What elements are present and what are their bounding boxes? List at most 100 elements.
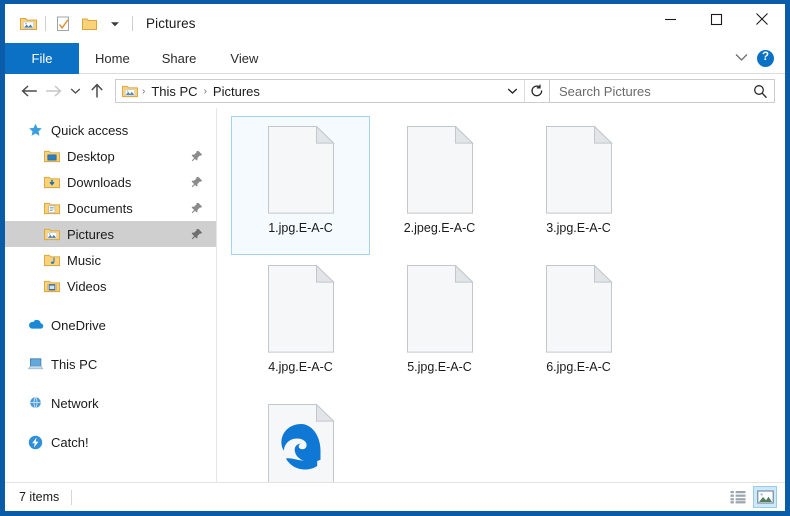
blank-document-icon (264, 123, 338, 217)
refresh-icon[interactable] (525, 80, 549, 102)
desktop-folder-icon (43, 148, 60, 165)
videos-folder-icon (43, 278, 60, 295)
forward-button[interactable] (41, 79, 65, 103)
search-input[interactable] (559, 83, 753, 99)
properties-icon[interactable] (50, 12, 76, 36)
help-button[interactable]: ? (757, 49, 774, 67)
sidebar-item-desktop[interactable]: Desktop (5, 143, 216, 169)
tab-view[interactable]: View (212, 43, 276, 74)
sidebar-item-catch[interactable]: Catch! (5, 429, 216, 455)
documents-folder-icon (43, 200, 60, 217)
qat-divider-1 (45, 16, 46, 31)
tab-home[interactable]: Home (79, 43, 146, 74)
close-button[interactable] (739, 4, 785, 34)
breadcrumb-separator: › (203, 85, 207, 97)
sidebar-item-label: Pictures (67, 226, 114, 242)
address-dropdown-chevron-icon[interactable] (500, 80, 524, 102)
file-item[interactable]: 3.jpg.E-A-C (509, 116, 648, 255)
sidebar-item-videos[interactable]: Videos (5, 273, 216, 299)
quick-access-toolbar (5, 12, 137, 36)
sidebar-item-label: This PC (51, 356, 98, 372)
details-view-button[interactable] (726, 486, 750, 508)
blank-document-icon (403, 123, 477, 217)
sidebar-item-label: Quick access (51, 122, 129, 138)
up-button[interactable] (85, 79, 109, 103)
explorer-body: pcrisk.com Quick access (5, 108, 785, 482)
maximize-button[interactable] (693, 4, 739, 34)
sidebar-item-label: Catch! (51, 434, 89, 450)
star-icon (27, 122, 44, 139)
sidebar-item-documents[interactable]: Documents (5, 195, 216, 221)
file-name-label: 3.jpg.E-A-C (546, 221, 611, 235)
pin-icon[interactable] (190, 176, 203, 189)
sidebar-item-network[interactable]: Network (5, 390, 216, 416)
file-item[interactable]: 2.jpeg.E-A-C (370, 116, 509, 255)
view-mode-buttons (726, 486, 777, 508)
file-name-label: 4.jpg.E-A-C (268, 360, 333, 374)
file-item[interactable]: 4.jpg.E-A-C (231, 255, 370, 394)
back-button[interactable] (17, 79, 41, 103)
tab-share[interactable]: Share (146, 43, 213, 74)
file-item[interactable]: 5.jpg.E-A-C (370, 255, 509, 394)
pin-icon[interactable] (190, 228, 203, 241)
blank-document-icon (403, 262, 477, 356)
breadcrumb[interactable]: › This PC › Pictures (116, 84, 500, 99)
ribbon-tab-strip: File Home Share View ? (5, 43, 785, 74)
sidebar-item-this-pc[interactable]: This PC (5, 351, 216, 377)
search-box[interactable] (550, 79, 775, 103)
item-count-label: 7 items (19, 490, 60, 504)
edge-html-document-icon (264, 401, 338, 482)
file-item[interactable]: Decryption INFO.html (231, 394, 370, 482)
onedrive-cloud-icon (27, 317, 44, 334)
file-item[interactable]: 1.jpg.E-A-C (231, 116, 370, 255)
blank-document-icon (542, 262, 616, 356)
file-name-label: 6.jpg.E-A-C (546, 360, 611, 374)
pin-icon[interactable] (190, 150, 203, 163)
sidebar-item-music[interactable]: Music (5, 247, 216, 273)
address-bar-row: › This PC › Pictures (5, 74, 785, 108)
downloads-folder-icon (43, 174, 60, 191)
this-pc-icon (27, 356, 44, 373)
title-bar: Pictures (5, 4, 785, 43)
breadcrumb-separator: › (142, 85, 146, 97)
sidebar-item-label: Downloads (67, 174, 132, 190)
file-name-label: 1.jpg.E-A-C (268, 221, 333, 235)
breadcrumb-this-pc[interactable]: This PC (147, 84, 201, 99)
sidebar-item-label: OneDrive (51, 317, 106, 333)
file-name-label: 5.jpg.E-A-C (407, 360, 472, 374)
expand-ribbon-chevron-icon[interactable] (735, 49, 748, 67)
pin-icon[interactable] (190, 202, 203, 215)
caption-buttons (647, 4, 785, 43)
pictures-folder-icon[interactable] (15, 12, 41, 36)
pictures-folder-icon (122, 84, 138, 98)
navigation-pane: Quick access Desktop Downloads Documents… (5, 108, 217, 482)
network-icon (27, 395, 44, 412)
file-grid: 1.jpg.E-A-C 2.jpeg.E-A-C 3.jpg.E-A-C 4.j… (231, 116, 785, 482)
minimize-button[interactable] (647, 4, 693, 34)
explorer-window: Pictures File Home Share View ? › This P… (0, 0, 790, 516)
breadcrumb-pictures[interactable]: Pictures (209, 84, 264, 99)
ribbon-controls: ? (735, 43, 785, 73)
new-folder-icon[interactable] (76, 12, 102, 36)
customize-chevron-icon[interactable] (102, 12, 128, 36)
sidebar-item-pictures[interactable]: Pictures (5, 221, 216, 247)
tab-file[interactable]: File (5, 43, 79, 74)
recent-locations-chevron-icon[interactable] (65, 79, 85, 103)
sidebar-item-onedrive[interactable]: OneDrive (5, 312, 216, 338)
sidebar-item-label: Music (67, 252, 101, 268)
sidebar-item-label: Videos (67, 278, 107, 294)
file-list-view[interactable]: 1.jpg.E-A-C 2.jpeg.E-A-C 3.jpg.E-A-C 4.j… (217, 108, 785, 482)
sidebar-item-downloads[interactable]: Downloads (5, 169, 216, 195)
sidebar-item-quick-access[interactable]: Quick access (5, 117, 216, 143)
address-box[interactable]: › This PC › Pictures (115, 79, 550, 103)
large-icons-view-button[interactable] (753, 486, 777, 508)
search-icon[interactable] (753, 84, 768, 99)
file-item[interactable]: 6.jpg.E-A-C (509, 255, 648, 394)
sidebar-item-label: Network (51, 395, 99, 411)
qat-divider-2 (132, 16, 133, 31)
file-name-label: 2.jpeg.E-A-C (403, 221, 476, 235)
